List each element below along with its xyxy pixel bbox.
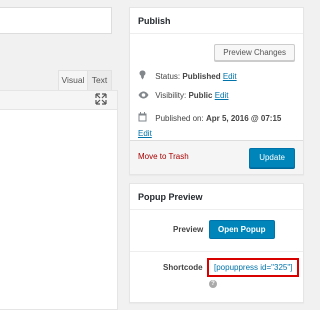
- visibility-edit-link[interactable]: Edit: [215, 91, 229, 100]
- shortcode-field[interactable]: [popuppress id="325"]: [207, 258, 300, 277]
- preview-label: Preview: [173, 225, 204, 234]
- status-label: Status:: [155, 72, 181, 81]
- shortcode-label: Shortcode: [163, 263, 203, 272]
- visibility-row: Visibility: Public Edit: [138, 91, 229, 101]
- published-value: Apr 5, 2016 @ 07:15: [205, 114, 282, 123]
- tab-text[interactable]: Text: [88, 70, 112, 90]
- popup-preview-title: Popup Preview: [130, 184, 303, 210]
- help-icon[interactable]: ?: [209, 280, 217, 288]
- status-edit-link[interactable]: Edit: [223, 72, 237, 81]
- published-edit-link[interactable]: Edit: [138, 129, 152, 138]
- editor-tabs: Visual Text: [58, 70, 112, 90]
- fullscreen-icon[interactable]: [95, 93, 107, 105]
- move-to-trash-link[interactable]: Move to Trash: [138, 152, 189, 161]
- tab-visual[interactable]: Visual: [58, 70, 88, 90]
- preview-changes-button[interactable]: Preview Changes: [214, 44, 295, 61]
- visibility-label: Visibility:: [155, 91, 187, 100]
- publish-actions: Move to Trash Update: [130, 140, 303, 174]
- published-label: Published on:: [155, 114, 204, 123]
- post-title-input[interactable]: [0, 7, 112, 34]
- publish-title: Publish: [130, 8, 303, 34]
- open-popup-button[interactable]: Open Popup: [209, 220, 275, 239]
- calendar-icon: [138, 112, 149, 124]
- update-button[interactable]: Update: [249, 148, 295, 168]
- divider: [130, 251, 303, 252]
- eye-icon: [138, 91, 149, 101]
- visibility-value: Public: [188, 91, 213, 100]
- publish-box: Publish Preview Changes Status: Publishe…: [129, 7, 304, 175]
- status-value: Published: [182, 72, 221, 81]
- editor-content-area[interactable]: [0, 90, 118, 310]
- pin-icon: [138, 70, 149, 82]
- popup-preview-box: Popup Preview Preview Open Popup Shortco…: [129, 183, 304, 303]
- status-row: Status: Published Edit: [138, 70, 237, 82]
- published-row: Published on: Apr 5, 2016 @ 07:15: [138, 112, 281, 124]
